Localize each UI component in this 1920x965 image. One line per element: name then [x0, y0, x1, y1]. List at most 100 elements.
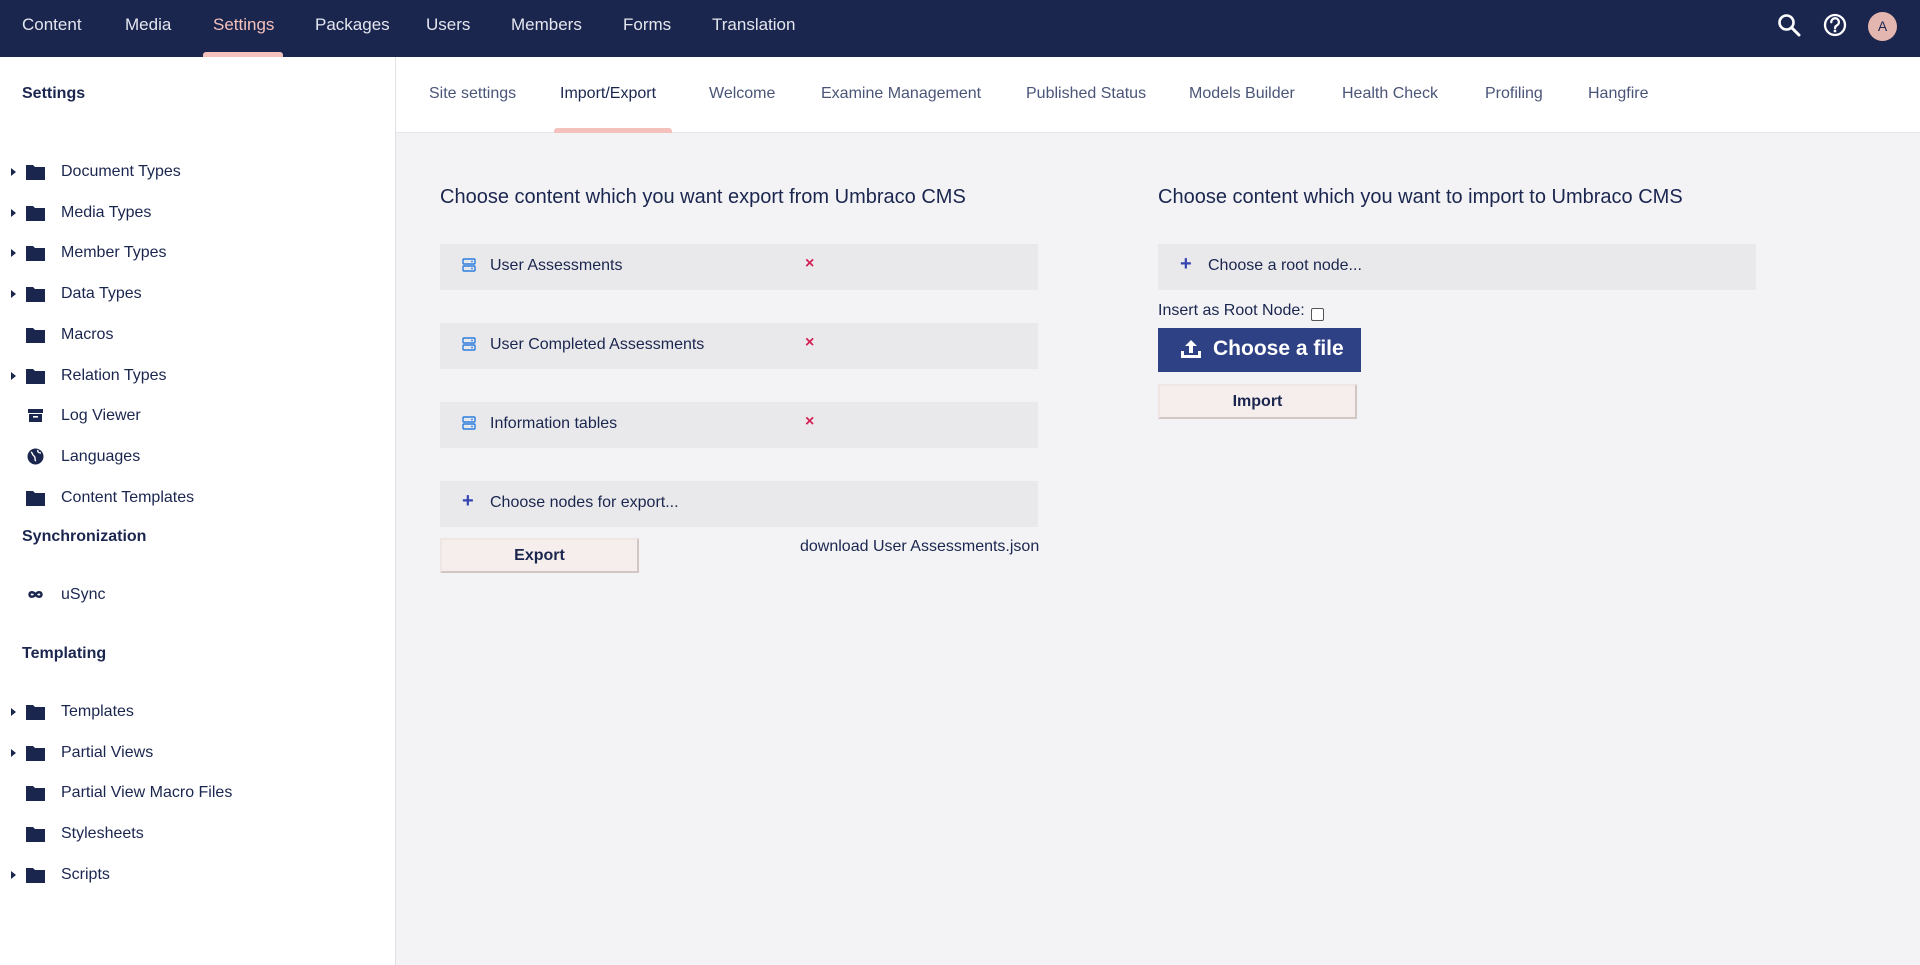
- user-avatar[interactable]: A: [1868, 12, 1897, 41]
- nav-item-members[interactable]: Members: [511, 0, 582, 57]
- choose-nodes-button[interactable]: + Choose nodes for export...: [440, 481, 1038, 527]
- import-button[interactable]: Import: [1158, 384, 1357, 419]
- download-link[interactable]: download User Assessments.json: [800, 538, 1039, 556]
- active-tab-indicator: [554, 128, 672, 133]
- settings-tabs: Site settings Import/Export Welcome Exam…: [396, 57, 1920, 133]
- sidebar-item-label: Content Templates: [61, 489, 195, 506]
- tab-welcome[interactable]: Welcome: [709, 57, 775, 133]
- nav-item-users[interactable]: Users: [426, 0, 470, 57]
- sidebar: Settings Document Types Media Types Memb…: [0, 57, 396, 965]
- archive-icon: [28, 409, 43, 422]
- folder-icon: [26, 868, 45, 883]
- sidebar-item-label: Partial View Macro Files: [61, 784, 233, 801]
- expand-caret-icon[interactable]: [11, 290, 16, 298]
- sidebar-item-stylesheets[interactable]: Stylesheets: [0, 816, 395, 852]
- sidebar-item-content-templates[interactable]: Content Templates: [0, 480, 395, 516]
- plus-icon: +: [462, 490, 474, 512]
- sidebar-item-media-types[interactable]: Media Types: [0, 195, 395, 231]
- expand-caret-icon[interactable]: [11, 168, 16, 176]
- sidebar-item-label: Stylesheets: [61, 825, 144, 842]
- expand-caret-icon[interactable]: [11, 708, 16, 716]
- expand-caret-icon[interactable]: [11, 871, 16, 879]
- tab-import-export[interactable]: Import/Export: [560, 57, 656, 133]
- export-node-label: User Assessments: [490, 257, 623, 274]
- server-icon: [462, 337, 476, 351]
- folder-icon: [26, 328, 45, 343]
- sidebar-item-scripts[interactable]: Scripts: [0, 857, 395, 893]
- folder-icon: [26, 746, 45, 761]
- tab-health-check[interactable]: Health Check: [1342, 57, 1438, 133]
- sidebar-item-label: Log Viewer: [61, 407, 141, 424]
- sidebar-item-label: Macros: [61, 326, 114, 343]
- nav-item-settings[interactable]: Settings: [213, 0, 274, 57]
- sidebar-item-member-types[interactable]: Member Types: [0, 235, 395, 271]
- search-icon[interactable]: [1776, 12, 1802, 38]
- folder-icon: [26, 491, 45, 506]
- upload-icon: [1181, 340, 1201, 358]
- sidebar-item-usync[interactable]: uSync: [0, 577, 395, 613]
- nav-item-content[interactable]: Content: [22, 0, 82, 57]
- plus-icon: +: [1180, 253, 1192, 275]
- tab-site-settings[interactable]: Site settings: [429, 57, 516, 133]
- top-navigation: Content Media Settings Packages Users Me…: [0, 0, 1920, 57]
- sidebar-item-partial-views[interactable]: Partial Views: [0, 735, 395, 771]
- sidebar-item-log-viewer[interactable]: Log Viewer: [0, 398, 395, 434]
- tab-published-status[interactable]: Published Status: [1026, 57, 1146, 133]
- nav-item-translation[interactable]: Translation: [712, 0, 795, 57]
- sidebar-item-label: uSync: [61, 586, 106, 603]
- folder-icon: [26, 287, 45, 302]
- nav-item-media[interactable]: Media: [125, 0, 171, 57]
- choose-root-node-button[interactable]: + Choose a root node...: [1158, 244, 1756, 290]
- choose-nodes-label: Choose nodes for export...: [490, 494, 679, 511]
- sidebar-item-label: Languages: [61, 448, 141, 465]
- sidebar-item-data-types[interactable]: Data Types: [0, 276, 395, 312]
- sidebar-item-label: Member Types: [61, 244, 167, 261]
- sidebar-item-label: Media Types: [61, 204, 152, 221]
- tab-profiling[interactable]: Profiling: [1485, 57, 1543, 133]
- insert-root-node-checkbox[interactable]: [1311, 308, 1324, 321]
- expand-caret-icon[interactable]: [11, 372, 16, 380]
- sidebar-section-templating: Templating: [22, 645, 107, 662]
- choose-file-label: Choose a file: [1213, 337, 1344, 360]
- expand-caret-icon[interactable]: [11, 249, 16, 257]
- folder-icon: [26, 827, 45, 842]
- sidebar-item-partial-view-macro-files[interactable]: Partial View Macro Files: [0, 775, 395, 811]
- insert-root-node-label: Insert as Root Node:: [1158, 302, 1305, 319]
- help-icon[interactable]: [1822, 12, 1848, 38]
- globe-icon: [27, 448, 44, 465]
- nav-item-packages[interactable]: Packages: [315, 0, 390, 57]
- folder-icon: [26, 246, 45, 261]
- sidebar-item-relation-types[interactable]: Relation Types: [0, 358, 395, 394]
- expand-caret-icon[interactable]: [11, 749, 16, 757]
- sidebar-section-synchronization: Synchronization: [22, 528, 147, 545]
- expand-caret-icon[interactable]: [11, 209, 16, 217]
- remove-node-icon[interactable]: ×: [805, 255, 814, 273]
- sidebar-item-macros[interactable]: Macros: [0, 317, 395, 353]
- remove-node-icon[interactable]: ×: [805, 334, 814, 352]
- sidebar-item-document-types[interactable]: Document Types: [0, 154, 395, 190]
- export-button[interactable]: Export: [440, 538, 639, 573]
- sidebar-item-label: Data Types: [61, 285, 142, 302]
- sidebar-section-settings: Settings: [22, 85, 86, 102]
- import-heading: Choose content which you want to import …: [1158, 186, 1683, 208]
- sidebar-item-languages[interactable]: Languages: [0, 439, 395, 475]
- folder-icon: [26, 165, 45, 180]
- tab-examine-management[interactable]: Examine Management: [821, 57, 981, 133]
- tab-models-builder[interactable]: Models Builder: [1189, 57, 1295, 133]
- sidebar-item-label: Templates: [61, 703, 134, 720]
- export-node-row: Information tables ×: [440, 402, 1038, 448]
- choose-file-button[interactable]: Choose a file: [1158, 328, 1361, 372]
- infinity-icon: [28, 591, 43, 598]
- server-icon: [462, 258, 476, 272]
- sidebar-item-label: Scripts: [61, 866, 110, 883]
- sidebar-item-label: Relation Types: [61, 367, 167, 384]
- choose-root-node-label: Choose a root node...: [1208, 257, 1362, 274]
- tab-hangfire[interactable]: Hangfire: [1588, 57, 1648, 133]
- remove-node-icon[interactable]: ×: [805, 413, 814, 431]
- sidebar-item-label: Partial Views: [61, 744, 154, 761]
- sidebar-item-label: Document Types: [61, 163, 181, 180]
- folder-icon: [26, 369, 45, 384]
- sidebar-item-templates[interactable]: Templates: [0, 694, 395, 730]
- export-node-label: User Completed Assessments: [490, 336, 705, 353]
- nav-item-forms[interactable]: Forms: [623, 0, 671, 57]
